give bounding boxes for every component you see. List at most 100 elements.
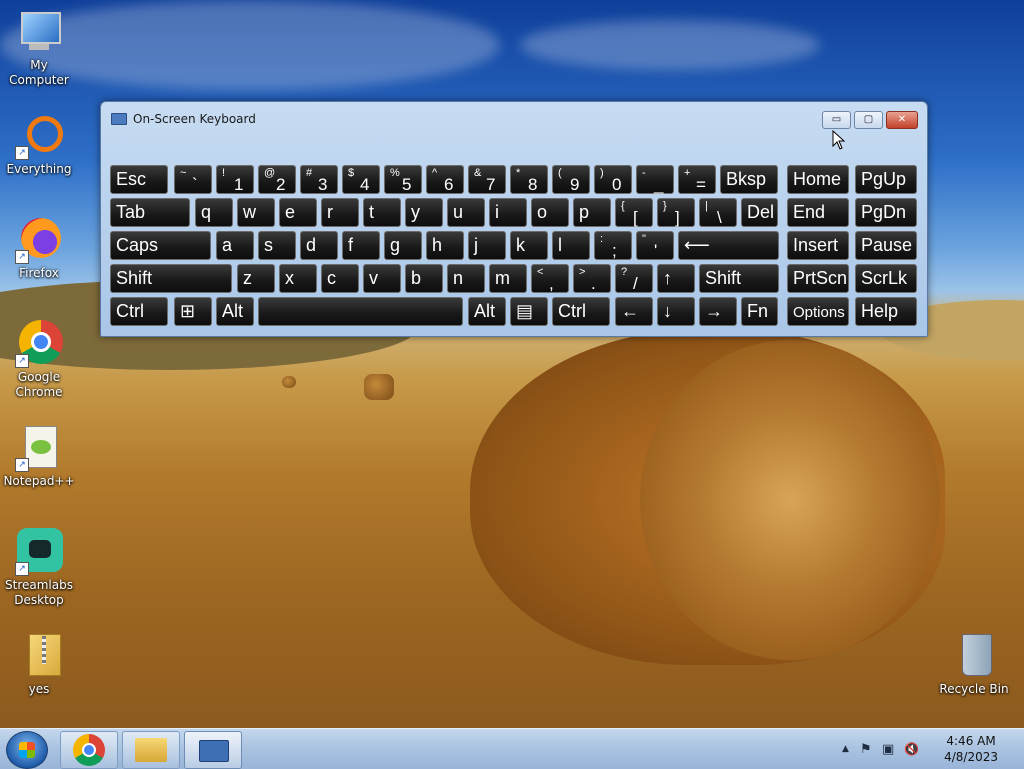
key-d[interactable]: d (300, 231, 338, 260)
key-o[interactable]: o (531, 198, 569, 227)
key-scrlk[interactable]: ScrLk (855, 264, 917, 293)
key-y[interactable]: y (405, 198, 443, 227)
key-symbol-1-11[interactable]: {[ (615, 198, 653, 227)
key-end[interactable]: End (787, 198, 849, 227)
key-c[interactable]: c (321, 264, 359, 293)
on-screen-keyboard-window[interactable]: On-Screen Keyboard ▭ ▢ ✕ Esc ~ `! 1 @2 #3 $4% 5… (100, 101, 928, 337)
key-insert[interactable]: Insert (787, 231, 849, 260)
show-hidden-icons-button[interactable]: ▲ (842, 744, 849, 754)
key-pgup[interactable]: PgUp (855, 165, 917, 194)
volume-muted-icon[interactable]: 🔇 (904, 742, 919, 756)
clock[interactable]: 4:46 AM 4/8/2023 (944, 733, 998, 765)
key-symbol-4-8[interactable]: ↓ (657, 297, 695, 326)
key-symbol-2-11[interactable]: " ' (636, 231, 674, 260)
key-s[interactable]: s (258, 231, 296, 260)
taskbar-explorer-button[interactable] (122, 731, 180, 769)
key-alt[interactable]: Alt (216, 297, 254, 326)
taskbar-chrome-button[interactable] (60, 731, 118, 769)
key-e[interactable]: e (279, 198, 317, 227)
key-a[interactable]: a (216, 231, 254, 260)
key-shift[interactable]: Shift (110, 264, 232, 293)
key-symbol-3-9[interactable]: >. (573, 264, 611, 293)
taskbar-osk-button[interactable] (184, 731, 242, 769)
key-b[interactable]: b (405, 264, 443, 293)
key-symbol-0-1[interactable]: ~ ` (174, 165, 212, 194)
desktop-icon-firefox[interactable]: ↗ Firefox (1, 216, 77, 281)
key-symbol-3-8[interactable]: <, (531, 264, 569, 293)
key-m[interactable]: m (489, 264, 527, 293)
key-options[interactable]: Options (787, 297, 849, 326)
key-ctrl[interactable]: Ctrl (552, 297, 610, 326)
key-symbol-1-13[interactable]: | \ (699, 198, 737, 227)
key-symbol-0-12[interactable]: - _ (636, 165, 674, 194)
key-1[interactable]: ! 1 (216, 165, 254, 194)
action-center-flag-icon[interactable]: ⚑ (860, 742, 872, 757)
close-button[interactable]: ✕ (886, 111, 918, 129)
key-space[interactable] (258, 297, 463, 326)
desktop-icon-recycle-bin[interactable]: Recycle Bin (936, 632, 1012, 697)
key-home[interactable]: Home (787, 165, 849, 194)
key-9[interactable]: (9 (552, 165, 590, 194)
network-icon[interactable]: ▣ (882, 742, 894, 757)
key-4[interactable]: $4 (342, 165, 380, 194)
key-symbol-4-7[interactable]: ← (615, 297, 653, 326)
key-esc[interactable]: Esc (110, 165, 168, 194)
key-ctrl[interactable]: Ctrl (110, 297, 168, 326)
key-0[interactable]: ) 0 (594, 165, 632, 194)
key-v[interactable]: v (363, 264, 401, 293)
key-caps[interactable]: Caps (110, 231, 211, 260)
key-pause[interactable]: Pause (855, 231, 917, 260)
key-t[interactable]: t (363, 198, 401, 227)
key-alt[interactable]: Alt (468, 297, 506, 326)
key-k[interactable]: k (510, 231, 548, 260)
keyboard-icon (111, 113, 127, 125)
key-shift[interactable]: Shift (699, 264, 779, 293)
key-p[interactable]: p (573, 198, 611, 227)
maximize-button[interactable]: ▢ (854, 111, 883, 129)
key-i[interactable]: i (489, 198, 527, 227)
key-5[interactable]: % 5 (384, 165, 422, 194)
key-symbol-4-9[interactable]: → (699, 297, 737, 326)
key-prtscn[interactable]: PrtScn (787, 264, 849, 293)
key-fn[interactable]: Fn (741, 297, 778, 326)
key-tab[interactable]: Tab (110, 198, 190, 227)
key-u[interactable]: u (447, 198, 485, 227)
key-l[interactable]: l (552, 231, 590, 260)
key-w[interactable]: w (237, 198, 275, 227)
desktop-icon-yes[interactable]: yes (1, 632, 77, 697)
key-6[interactable]: ^ 6 (426, 165, 464, 194)
minimize-button[interactable]: ▭ (822, 111, 851, 129)
desktop-icon-notepadpp[interactable]: ↗ Notepad++ (1, 424, 77, 489)
key-h[interactable]: h (426, 231, 464, 260)
key-r[interactable]: r (321, 198, 359, 227)
key-8[interactable]: * 8 (510, 165, 548, 194)
key-symbol-0-13[interactable]: + = (678, 165, 716, 194)
desktop-icon-my-computer[interactable]: My Computer (1, 8, 77, 88)
key-bksp[interactable]: Bksp (720, 165, 778, 194)
desktop-icon-streamlabs[interactable]: ↗ Streamlabs Desktop (1, 528, 77, 608)
key-n[interactable]: n (447, 264, 485, 293)
window-title-bar[interactable]: On-Screen Keyboard (111, 110, 256, 128)
key-del[interactable]: Del (741, 198, 778, 227)
key-g[interactable]: g (384, 231, 422, 260)
key-3[interactable]: #3 (300, 165, 338, 194)
key-symbol-3-11[interactable]: ↑ (657, 264, 695, 293)
key-symbol-3-10[interactable]: ? / (615, 264, 653, 293)
key-x[interactable]: x (279, 264, 317, 293)
key-symbol-4-5[interactable]: ▤ (510, 297, 548, 326)
key-f[interactable]: f (342, 231, 380, 260)
key-symbol-2-12[interactable]: ⟵ (678, 231, 779, 260)
key-symbol-2-10[interactable]: :; (594, 231, 632, 260)
key-symbol-1-12[interactable]: }] (657, 198, 695, 227)
key-symbol-4-1[interactable]: ⊞ (174, 297, 212, 326)
key-2[interactable]: @2 (258, 165, 296, 194)
key-j[interactable]: j (468, 231, 506, 260)
key-help[interactable]: Help (855, 297, 917, 326)
key-q[interactable]: q (195, 198, 233, 227)
key-pgdn[interactable]: PgDn (855, 198, 917, 227)
desktop-icon-everything[interactable]: ↗ Everything (1, 112, 77, 177)
key-z[interactable]: z (237, 264, 275, 293)
key-7[interactable]: & 7 (468, 165, 506, 194)
start-orb-icon[interactable] (6, 731, 48, 769)
desktop-icon-google-chrome[interactable]: ↗ Google Chrome (1, 320, 77, 400)
